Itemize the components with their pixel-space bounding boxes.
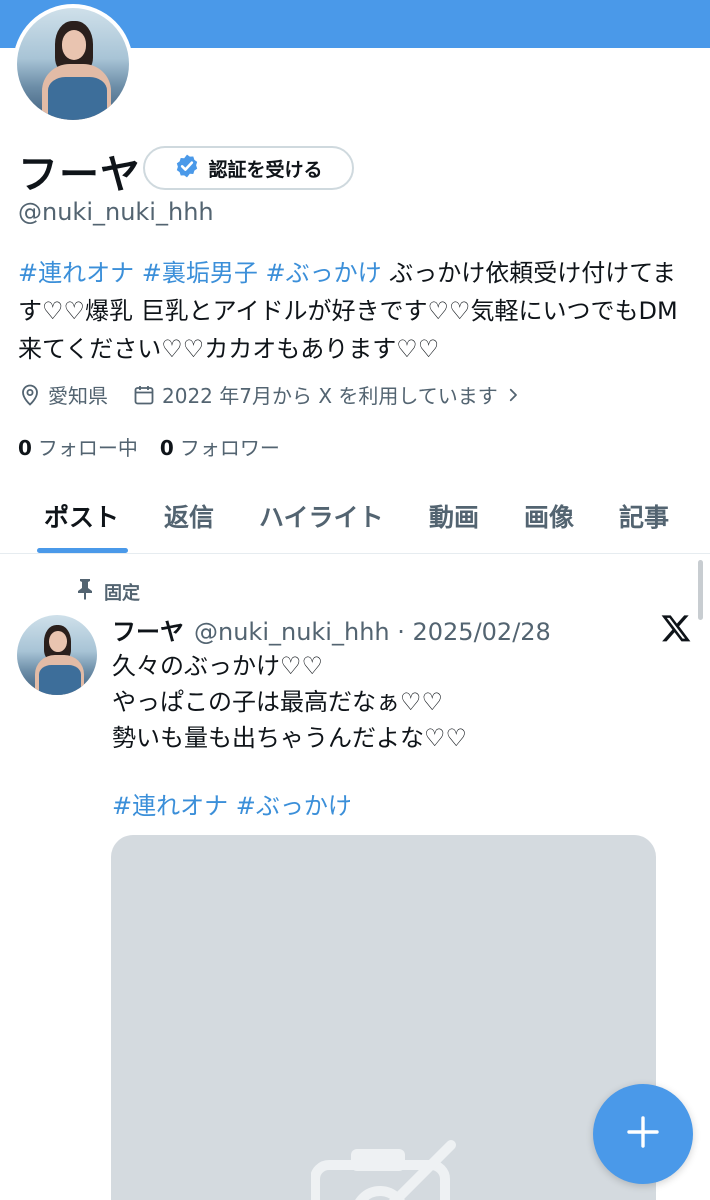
tab-replies[interactable]: 返信 (164, 498, 214, 534)
post-header: フーヤ @nuki_nuki_hhh · 2025/02/28 (112, 612, 551, 647)
post-line: 久々のぶっかけ♡♡ (112, 652, 324, 680)
get-verified-button[interactable]: 認証を受ける (143, 146, 354, 190)
followers-label: フォロワー (179, 436, 280, 460)
post-line: 勢いも量も出ちゃうんだよな♡♡ (112, 724, 468, 752)
pinned-label-row: 固定 (76, 578, 140, 605)
camera-off-icon (310, 1135, 471, 1200)
tab-highlights[interactable]: ハイライト (259, 498, 384, 534)
profile-handle: @nuki_nuki_hhh (18, 198, 214, 226)
location-text: 愛知県 (48, 384, 108, 408)
verified-badge-icon (174, 153, 200, 183)
joined-item[interactable]: 2022 年7月から X を利用しています (132, 380, 522, 409)
pinned-label: 固定 (104, 582, 140, 604)
post-media-placeholder[interactable] (111, 835, 656, 1200)
joined-text: 2022 年7月から X を利用しています (162, 384, 498, 408)
tab-articles[interactable]: 記事 (619, 498, 669, 534)
follow-stats: 0 フォロー中 0 フォロワー (18, 432, 280, 461)
tab-videos[interactable]: 動画 (429, 498, 479, 534)
location-item: 愛知県 (18, 380, 108, 409)
profile-meta: 愛知県 2022 年7月から X を利用しています (18, 380, 546, 409)
tab-posts[interactable]: ポスト (44, 498, 119, 534)
following-label: フォロー中 (37, 436, 138, 460)
x-logo-icon (660, 612, 692, 644)
post-avatar[interactable] (17, 615, 97, 695)
tab-images[interactable]: 画像 (524, 498, 574, 534)
hashtag-link[interactable]: #裏垢男子 (142, 259, 258, 287)
location-pin-icon (18, 383, 42, 407)
compose-button[interactable] (593, 1084, 693, 1184)
profile-name: フーヤ (18, 152, 141, 198)
post-line: やっぱこの子は最高だなぁ♡♡ (112, 688, 444, 716)
hashtag-link[interactable]: #連れオナ (18, 259, 134, 287)
profile-bio: #連れオナ #裏垢男子 #ぶっかけ ぶっかけ依頼受け付けてます♡♡爆乳 巨乳とア… (18, 254, 698, 368)
profile-tabs: ポスト 返信 ハイライト 動画 画像 記事 (0, 478, 710, 554)
followers-count: 0 (159, 436, 174, 460)
followers-link[interactable]: 0 フォロワー (160, 432, 280, 461)
profile-avatar[interactable] (13, 4, 133, 124)
post-author-name[interactable]: フーヤ (112, 612, 184, 647)
post-handle-date[interactable]: @nuki_nuki_hhh · 2025/02/28 (194, 618, 551, 646)
plus-icon (626, 1115, 660, 1153)
pin-icon (76, 578, 94, 605)
active-tab-indicator (37, 548, 128, 553)
get-verified-label: 認証を受ける (208, 158, 323, 181)
hashtag-link[interactable]: #ぶっかけ (266, 259, 382, 287)
scrollbar[interactable] (698, 560, 703, 620)
post-text: 久々のぶっかけ♡♡ やっぱこの子は最高だなぁ♡♡ 勢いも量も出ちゃうんだよな♡♡ (112, 648, 672, 756)
following-link[interactable]: 0 フォロー中 (18, 432, 138, 461)
post-hashtags[interactable]: #連れオナ #ぶっかけ (112, 786, 352, 821)
chevron-right-icon (504, 386, 522, 404)
calendar-icon (132, 383, 156, 407)
following-count: 0 (18, 436, 32, 460)
